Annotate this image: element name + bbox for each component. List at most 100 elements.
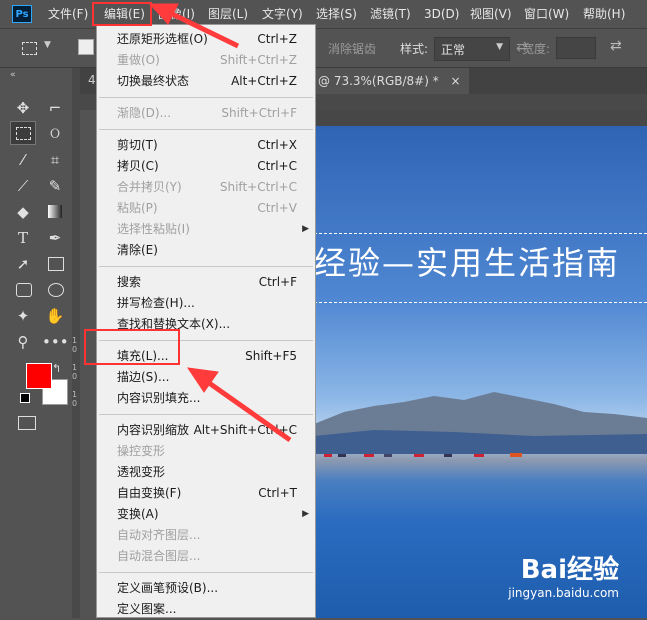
quick-mask-icon[interactable] [18,416,36,430]
more-tools-icon[interactable]: ••• [42,330,69,354]
ruler-mark: 1 [72,390,78,399]
menu-item-label: 选择性粘贴(I) [117,222,190,236]
document-tab[interactable]: @ 73.3%(RGB/8#) * × [310,68,469,94]
swap-dimensions-icon[interactable]: ⇄ [610,38,622,54]
boats-image [324,453,522,457]
marquee-tool-icon[interactable] [18,37,40,59]
menu-5[interactable]: 选择(S) [316,0,357,28]
menu-separator [99,97,313,98]
menu-item-label: 定义画笔预设(B)... [117,581,219,595]
vertical-ruler: 101010 [72,68,80,618]
custom-shape-tool-icon[interactable]: ✦ [10,304,36,328]
menu-10[interactable]: 帮助(H) [583,0,625,28]
zoom-tool-icon[interactable]: ⚲ [10,330,36,354]
menu-item-shortcut: Ctrl+T [258,486,297,500]
menu-item-label: 透视变形 [117,465,166,479]
menu-item-shortcut: Alt+Ctrl+Z [231,74,297,88]
brush-tool-icon[interactable]: ✎ [42,174,68,198]
menu-item-label: 拷贝(C) [117,159,159,173]
rectangular-marquee-tool-icon[interactable] [10,121,36,145]
edit-menu-item-29[interactable]: 定义画笔预设(B)... [97,578,315,599]
menu-7[interactable]: 3D(D) [424,0,459,28]
edit-menu-item-25[interactable]: 变换(A) ▶ [97,504,315,525]
edit-menu-item-7[interactable]: 拷贝(C) Ctrl+C [97,156,315,177]
width-label: 宽度: [522,42,551,56]
menu-item-label: 剪切(T) [117,138,158,152]
edit-menu-item-9: 粘贴(P) Ctrl+V [97,198,315,219]
edit-menu-item-13[interactable]: 搜索 Ctrl+F [97,272,315,293]
mountains-image [314,392,647,454]
tool-preset-chevron-icon[interactable]: ▼ [44,40,51,50]
style-select[interactable]: 正常 ▼ [434,37,510,61]
watermark: Bai经验 jingyan.baidu.com [508,549,619,600]
edit-menu-item-0[interactable]: 还原矩形选框(O) Ctrl+Z [97,29,315,50]
ellipse-tool-icon[interactable] [42,278,68,302]
edit-menu-item-10: 选择性粘贴(I) ▶ [97,219,315,240]
panel-collapse-icon[interactable]: « [10,70,16,80]
edit-menu-item-14[interactable]: 拼写检查(H)... [97,293,315,314]
artboard-tool-icon[interactable]: ⌐ [42,96,68,120]
antialias-label: 消除锯齿 [328,42,377,56]
swap-colors-icon[interactable]: ↰ [52,362,61,375]
style-label: 样式: [400,42,429,56]
menu-item-shortcut: Shift+Ctrl+C [219,180,297,194]
path-selection-tool-icon[interactable]: ➚ [10,252,36,276]
edit-menu-item-6[interactable]: 剪切(T) Ctrl+X [97,135,315,156]
width-input[interactable] [556,37,596,59]
menu-item-label: 变换(A) [117,507,159,521]
menu-item-label: 定义图案... [117,602,177,616]
menu-0[interactable]: 文件(F) [48,0,88,28]
menu-item-label: 切换最终状态 [117,74,190,88]
watermark-url: jingyan.baidu.com [508,586,619,600]
menu-6[interactable]: 滤镜(T) [370,0,411,28]
edit-menu-item-23[interactable]: 透视变形 [97,462,315,483]
magic-wand-tool-icon[interactable]: ⁄ [10,148,36,172]
edit-menu-item-2[interactable]: 切换最终状态 Alt+Ctrl+Z [97,71,315,92]
edit-menu-item-30[interactable]: 定义图案... [97,599,315,620]
edit-menu-item-18[interactable]: 描边(S)... [97,367,315,388]
tools-panel: « ✥ ⌐ ଠ ⁄ ⌗ ⟋ ✎ ◆ T ✒ ➚ ✦ ✋ ⚲ ••• ↰ 1010… [0,68,80,618]
menu-separator [99,129,313,130]
edit-menu-item-21[interactable]: 内容识别缩放 Alt+Shift+Ctrl+C [97,420,315,441]
edit-menu-item-19[interactable]: 内容识别填充... [97,388,315,409]
hand-tool-icon[interactable]: ✋ [42,304,68,328]
menu-item-label: 操控变形 [117,444,166,458]
edit-menu-item-8: 合并拷贝(Y) Shift+Ctrl+C [97,177,315,198]
crop-tool-icon[interactable]: ⌗ [42,148,68,172]
menu-9[interactable]: 窗口(W) [524,0,569,28]
lasso-tool-icon[interactable]: ଠ [42,121,68,145]
move-tool-icon[interactable]: ✥ [10,96,36,120]
edit-menu-item-24[interactable]: 自由变换(F) Ctrl+T [97,483,315,504]
type-tool-icon[interactable]: T [10,226,36,250]
edit-menu-dropdown: 还原矩形选框(O) Ctrl+Z 重做(O) Shift+Ctrl+Z 切换最终状态 Al… [96,24,316,618]
menu-8[interactable]: 视图(V) [470,0,512,28]
style-select-value: 正常 [441,43,466,57]
menu-item-shortcut: Ctrl+C [257,159,297,173]
menu-item-label: 渐隐(D)... [117,106,172,120]
eyedropper-tool-icon[interactable]: ⟋ [10,174,36,198]
menu-item-label: 清除(E) [117,243,158,257]
rectangle-tool-icon[interactable] [42,252,68,276]
edit-menu-item-4: 渐隐(D)... Shift+Ctrl+F [97,103,315,124]
edit-menu-item-11[interactable]: 清除(E) [97,240,315,261]
gradient-tool-icon[interactable] [42,200,68,224]
menu-item-shortcut: Ctrl+Z [257,32,297,46]
eraser-tool-icon[interactable]: ◆ [10,200,36,224]
rounded-rectangle-tool-icon[interactable] [10,278,36,302]
menu-item-label: 粘贴(P) [117,201,158,215]
photoshop-logo: Ps [12,5,32,23]
canvas-image[interactable]: 经验—实用生活指南 Bai经验 jingyan.baidu.com [314,126,647,618]
ruler-mark: 1 [72,336,78,345]
new-selection-icon[interactable] [78,39,94,55]
menu-item-label: 内容识别填充... [117,391,201,405]
menu-item-label: 描边(S)... [117,370,170,384]
foreground-color-swatch[interactable] [26,363,52,389]
menu-item-label: 还原矩形选框(O) [117,32,208,46]
menu-item-shortcut: Ctrl+F [258,275,297,289]
chevron-down-icon: ▼ [496,42,503,52]
close-icon[interactable]: × [451,74,461,88]
pen-tool-icon[interactable]: ✒ [42,226,68,250]
edit-menu-item-22: 操控变形 [97,441,315,462]
default-colors-icon[interactable] [20,393,30,403]
menu-separator [99,572,313,573]
